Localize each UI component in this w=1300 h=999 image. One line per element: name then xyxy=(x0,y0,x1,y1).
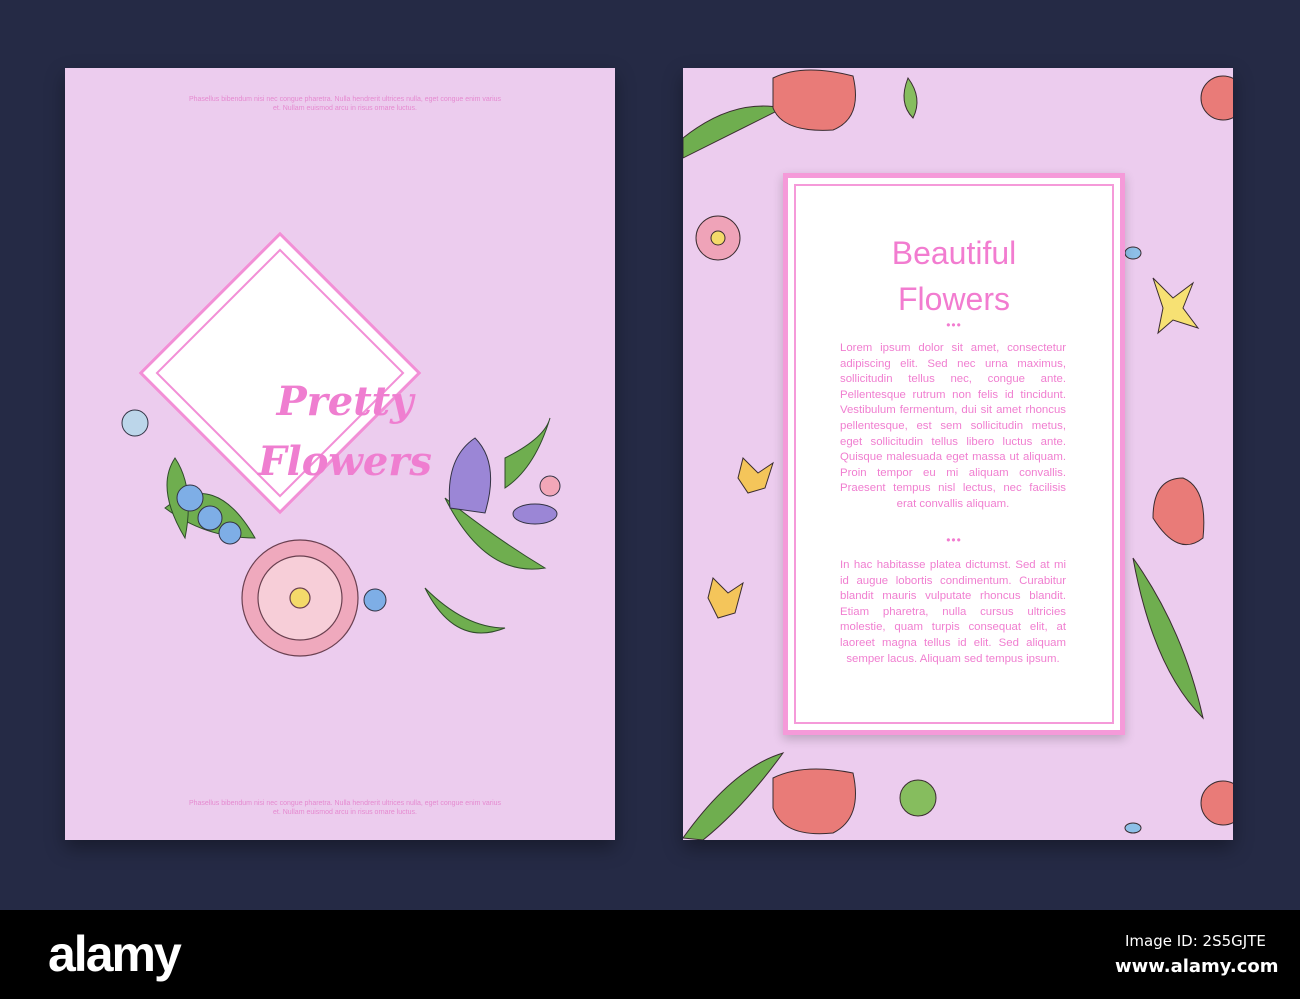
divider-dots: ••• xyxy=(946,318,962,332)
title-line-2: Flowers xyxy=(258,438,432,485)
red-tulip xyxy=(772,69,856,131)
paragraph-1: Lorem ipsum dolor sit amet, consectetur … xyxy=(840,342,1066,510)
text-panel: Beautiful Flowers ••• Lorem ipsum dolor s… xyxy=(783,173,1125,735)
pink-rose xyxy=(241,539,359,657)
left-flyer-card: Phasellus bibendum nisi nec congue phare… xyxy=(65,68,615,840)
red-flower xyxy=(1200,75,1233,121)
yellow-narcissus xyxy=(1152,277,1200,335)
leaf xyxy=(683,105,785,159)
right-flyer-card: Beautiful Flowers ••• Lorem ipsum dolor s… xyxy=(683,68,1233,840)
alamy-logo: alamy xyxy=(48,926,182,982)
red-tulip xyxy=(1152,477,1205,546)
title-line-1: Pretty xyxy=(276,378,414,425)
image-id: Image ID: 2S5GJTE xyxy=(1125,932,1266,950)
paragraph-2: In hac habitasse platea dictumst. Sed at… xyxy=(840,559,1066,665)
yellow-flower xyxy=(737,457,774,494)
title-line-2: Flowers xyxy=(897,281,1010,317)
red-flower xyxy=(1200,780,1233,826)
panel-title: Beautiful Flowers xyxy=(788,230,1120,322)
leaf-cluster xyxy=(899,779,937,817)
title-line-1: Beautiful xyxy=(891,235,1017,271)
leaf xyxy=(683,752,785,840)
site-url[interactable]: www.alamy.com xyxy=(1115,956,1279,977)
yellow-flower xyxy=(707,577,744,619)
red-tulip xyxy=(772,768,856,835)
bottom-small-text: Phasellus bibendum nisi nec congue phare… xyxy=(188,800,502,816)
divider-dots: ••• xyxy=(946,533,962,547)
leaf xyxy=(903,76,918,119)
footer-bar xyxy=(0,910,1300,999)
leaf xyxy=(1132,557,1204,720)
